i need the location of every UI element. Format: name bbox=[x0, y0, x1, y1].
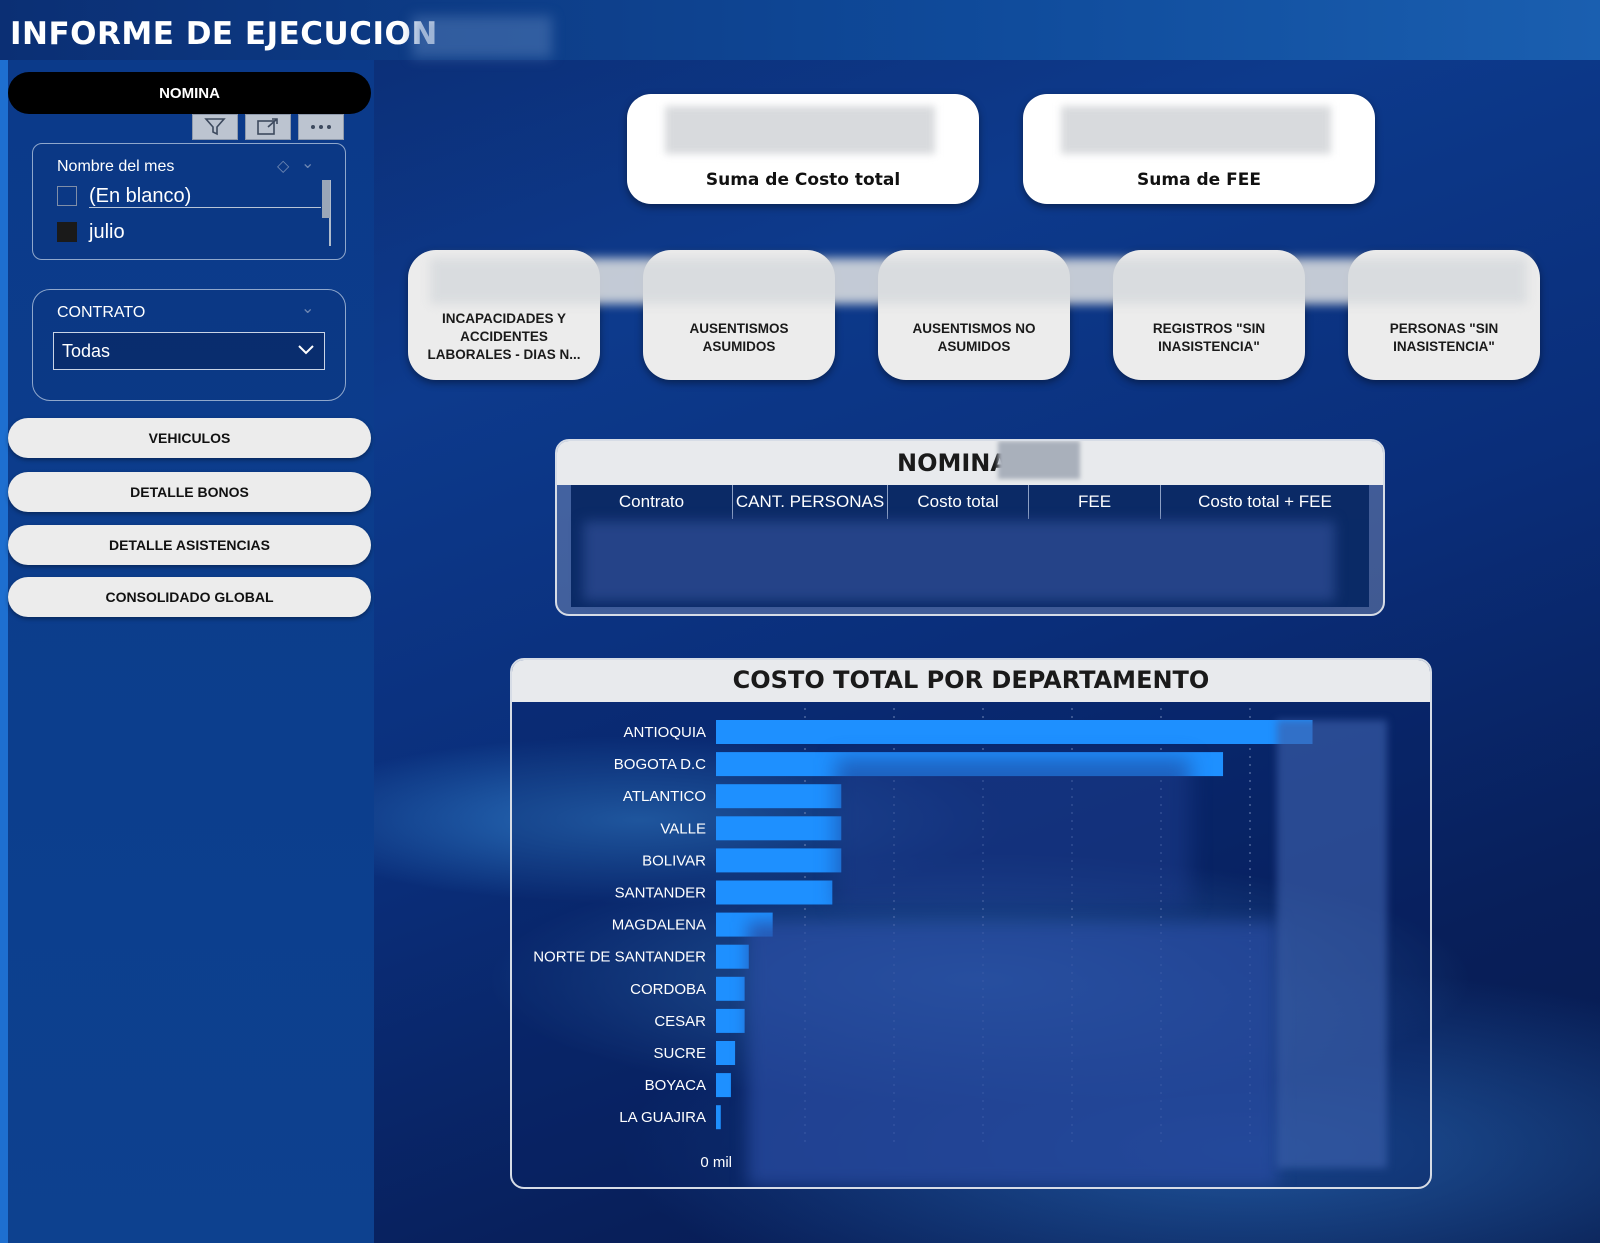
chart-title: COSTO TOTAL POR DEPARTAMENTO bbox=[732, 666, 1210, 694]
checkbox-checked[interactable] bbox=[57, 222, 77, 242]
kpi-value-redaction bbox=[1061, 106, 1331, 154]
bar-valle[interactable] bbox=[716, 816, 842, 841]
kpi-card-fee: Suma de FEE bbox=[1023, 94, 1375, 204]
chart-redaction-middle bbox=[748, 922, 1278, 1186]
contract-slicer-title: CONTRATO bbox=[57, 304, 146, 321]
column-header-contrato[interactable]: Contrato bbox=[571, 485, 733, 519]
chevron-down-icon[interactable]: ⌄ bbox=[301, 298, 314, 317]
bar-antioquia[interactable] bbox=[716, 720, 1313, 744]
bar-santander[interactable] bbox=[716, 880, 833, 905]
bar-cesar[interactable] bbox=[716, 1008, 745, 1033]
table-title: NOMINA bbox=[897, 449, 1009, 477]
nav-item-consolidado-global[interactable]: CONSOLIDADO GLOBAL bbox=[8, 577, 371, 617]
category-label: SANTANDER bbox=[615, 885, 707, 902]
category-label: BOLIVAR bbox=[642, 852, 706, 869]
category-label: ANTIOQUIA bbox=[623, 724, 706, 741]
table-title-redaction bbox=[998, 441, 1080, 479]
bar-norte-de-santander[interactable] bbox=[716, 944, 749, 969]
month-option-label: julio bbox=[89, 220, 125, 243]
column-header-cant-personas[interactable]: CANT. PERSONAS bbox=[733, 485, 888, 519]
bar-boyaca[interactable] bbox=[716, 1073, 731, 1098]
eraser-icon[interactable]: ◇ bbox=[277, 156, 289, 175]
title-redaction bbox=[412, 16, 552, 58]
category-label: VALLE bbox=[660, 820, 706, 837]
category-label: BOYACA bbox=[645, 1077, 706, 1094]
indicator-label: PERSONAS "SIN INASISTENCIA" bbox=[1389, 321, 1499, 354]
bar-la-guajira[interactable] bbox=[716, 1105, 721, 1130]
nomina-table: NOMINA Contrato CANT. PERSONAS Costo tot… bbox=[555, 439, 1385, 616]
row-divider bbox=[89, 207, 321, 208]
scrollbar-thumb[interactable] bbox=[322, 180, 330, 218]
kpi-value-redaction bbox=[665, 106, 935, 154]
contract-dropdown[interactable]: Todas bbox=[53, 332, 325, 370]
category-label: CORDOBA bbox=[630, 981, 706, 998]
category-label: BOGOTA D.C bbox=[614, 756, 706, 773]
kpi-card-costo-total: Suma de Costo total bbox=[627, 94, 979, 204]
category-label: ATLANTICO bbox=[623, 788, 706, 805]
kpi-label: Suma de Costo total bbox=[705, 170, 901, 190]
indicator-label: AUSENTISMOS NO ASUMIDOS bbox=[912, 321, 1036, 354]
indicator-label: INCAPACIDADES Y ACCIDENTES LABORALES - D… bbox=[427, 311, 581, 362]
dropdown-chevron-icon bbox=[296, 339, 316, 364]
indicator-values-redaction bbox=[430, 258, 1527, 304]
filter-icon[interactable] bbox=[192, 114, 238, 140]
nav-item-detalle-bonos[interactable]: DETALLE BONOS bbox=[8, 472, 371, 512]
indicator-label: AUSENTISMOS ASUMIDOS bbox=[689, 321, 789, 354]
chevron-down-icon[interactable]: ⌄ bbox=[301, 153, 314, 172]
checkbox-unchecked[interactable] bbox=[57, 186, 77, 206]
bar-bolivar[interactable] bbox=[716, 848, 842, 873]
nav-item-vehiculos[interactable]: VEHICULOS bbox=[8, 418, 371, 458]
month-option-label: (En blanco) bbox=[89, 184, 192, 207]
column-header-costo-total[interactable]: Costo total bbox=[888, 485, 1029, 519]
column-header-fee[interactable]: FEE bbox=[1029, 485, 1161, 519]
category-label: MAGDALENA bbox=[612, 917, 706, 934]
category-label: CESAR bbox=[654, 1013, 706, 1030]
bar-atlantico[interactable] bbox=[716, 784, 842, 809]
month-slicer: Nombre del mes ◇ ⌄ (En blanco) julio bbox=[32, 143, 346, 260]
column-header-costo-total-fee[interactable]: Costo total + FEE bbox=[1161, 485, 1369, 519]
x-tick-label: 0 mil bbox=[700, 1154, 732, 1171]
category-label: SUCRE bbox=[653, 1045, 706, 1062]
bar-cordoba[interactable] bbox=[716, 976, 745, 1001]
sidebar-edge bbox=[0, 60, 8, 1243]
nav-item-detalle-asistencias[interactable]: DETALLE ASISTENCIAS bbox=[8, 525, 371, 565]
month-option-julio[interactable]: julio bbox=[57, 217, 125, 247]
category-label: LA GUAJIRA bbox=[619, 1109, 706, 1126]
table-rows-redaction bbox=[583, 521, 1335, 601]
bar-sucre[interactable] bbox=[716, 1041, 736, 1065]
report-title: INFORME DE EJECUCION bbox=[10, 16, 438, 52]
contract-slicer: CONTRATO ⌄ Todas bbox=[32, 289, 346, 401]
department-cost-chart: COSTO TOTAL POR DEPARTAMENTO ANTIOQUIA BO… bbox=[510, 658, 1432, 1189]
chart-redaction-right bbox=[1277, 720, 1387, 1168]
indicator-label: REGISTROS "SIN INASISTENCIA" bbox=[1152, 321, 1266, 354]
nav-item-nomina[interactable]: NOMINA bbox=[8, 72, 371, 114]
chart-redaction-upper bbox=[836, 758, 1190, 908]
focus-mode-icon[interactable] bbox=[245, 114, 291, 140]
category-label: NORTE DE SANTANDER bbox=[533, 949, 706, 966]
contract-selected-value: Todas bbox=[62, 340, 111, 361]
month-slicer-title: Nombre del mes bbox=[57, 158, 175, 175]
kpi-label: Suma de FEE bbox=[1137, 170, 1261, 190]
more-options-icon[interactable] bbox=[298, 114, 344, 140]
